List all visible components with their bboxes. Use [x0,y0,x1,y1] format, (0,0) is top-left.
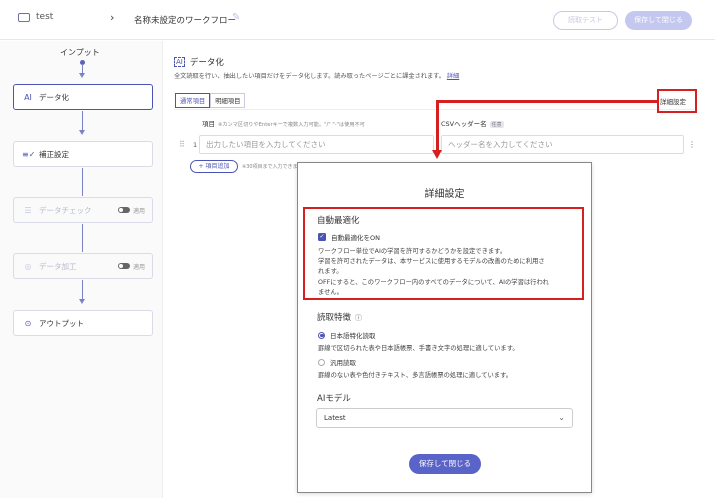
output-icon: ⊙ [24,318,32,328]
csv-column-header: CSVヘッダー名 任意 [441,118,504,128]
checkbox-label: 自動最適化をON [331,234,380,242]
divider [174,109,694,110]
ai-model-title: AIモデル [317,394,351,404]
csv-header-text: CSVヘッダー名 [441,120,487,128]
node-label: アウトプット [39,318,84,328]
node-data-processing[interactable]: ◎ データ加工 適用 [13,253,153,279]
auto-opt-desc-line: ワークフロー単位でAIの学習を許可するかどうかを設定できます。 [318,248,507,255]
processing-icon: ◎ [24,261,32,271]
detail-link[interactable]: 詳細 [447,73,459,80]
flow-arrow-icon [79,299,85,304]
radio-unselected-icon[interactable] [318,358,325,366]
radio-description: 罫線のない表や色付きテキスト、多言語帳票の処理に適しています。 [318,372,513,379]
node-data-extraction[interactable]: AI データ化 [13,84,153,110]
item-type-tabs: 通常項目 明細項目 [175,93,246,108]
flow-arrow-icon [79,73,85,78]
chevron-down-icon: ⌄ [558,413,565,422]
edit-icon[interactable]: ✎ [232,12,240,23]
radio-japanese-reading[interactable]: 日本語特化読取 [318,330,376,340]
node-correction[interactable]: ≡✓ 補正設定 [13,141,153,167]
node-data-check[interactable]: ☰ データチェック 適用 [13,197,153,223]
flow-connector [82,111,83,131]
toggle-label: 適用 [132,208,145,215]
radio-general-reading[interactable]: 汎用読取 [318,357,356,367]
save-close-button[interactable]: 保存して閉じる [625,11,692,30]
auto-opt-desc-line: 学習を許可されたデータは、本サービスに使用するモデルの改善のために利用さ [318,258,545,265]
annotation-arrow [436,100,439,152]
folder-icon [18,12,30,22]
node-label: データチェック [39,205,92,215]
apply-toggle[interactable] [118,263,130,269]
checkmark-icon[interactable]: ✓ [318,233,326,241]
flow-connector [82,168,83,196]
reading-feature-text: 読取特徴 [317,313,352,323]
auto-opt-desc-line: れます。 [318,268,343,275]
node-label: 補正設定 [39,149,69,159]
add-item-note: ※30項目まで入力できます [242,164,303,170]
toggle-label: 適用 [132,264,145,271]
folder-name: test [36,12,54,22]
row-number: 1 [193,141,198,149]
radio-label: 日本語特化読取 [330,332,376,340]
drag-handle-icon[interactable]: ⠿ [179,140,185,149]
checklist-icon: ☰ [24,205,32,215]
optional-badge: 任意 [489,121,504,128]
section-title-text: データ化 [189,58,224,68]
node-output[interactable]: ⊙ アウトプット [13,310,153,336]
folder-breadcrumb[interactable]: test [18,12,53,22]
item-header-text: 項目 [202,120,215,128]
node-label: データ加工 [39,261,77,271]
csv-header-input[interactable]: ヘッダー名を入力してください [441,135,684,154]
auto-optimization-title: 自動最適化 [317,216,360,226]
ai-icon: AI [174,57,185,67]
annotation-box [657,89,697,113]
tab-normal-items[interactable]: 通常項目 [175,93,211,108]
section-description-text: 全文読取を行い、抽出したい項目だけをデータ化します。読み取ったページごとに課金さ… [174,73,445,80]
radio-label: 汎用読取 [330,359,356,367]
reading-feature-title: 読取特徴 ⓘ [317,311,362,323]
top-bar: test › 名称未設定のワークフロー ✎ 読取テスト 保存して閉じる [0,0,715,40]
correction-icon: ≡✓ [22,149,36,159]
tab-detail-items[interactable]: 明細項目 [210,93,246,108]
flow-connector [82,280,83,300]
item-header-note: ※カンマ区切りやEnterキーで複数入力可能。"/" "-"は使用不可 [218,122,365,128]
flow-connector [82,224,83,252]
auto-opt-desc-line: ません。 [318,289,343,296]
ai-model-value: Latest [324,414,346,422]
annotation-arrow [436,100,658,103]
input-label: インプット [60,48,100,57]
auto-optimization-checkbox[interactable]: ✓ 自動最適化をON [318,232,380,242]
ai-model-select[interactable]: Latest ⌄ [316,408,573,428]
chevron-right-icon: › [110,11,115,24]
arrow-down-icon [432,150,442,159]
section-title: AI データ化 [174,56,224,68]
workflow-title: 名称未設定のワークフロー [134,16,237,26]
auto-opt-desc-line: OFFにすると、このワークフロー内のすべてのデータについて、AIの学習は行われ [318,279,549,286]
node-label: データ化 [39,92,69,102]
ai-icon: AI [24,92,32,102]
read-test-button[interactable]: 読取テスト [553,11,618,30]
add-item-button[interactable]: + 項目追加 [190,160,238,173]
more-vertical-icon[interactable]: ⋮ [688,140,696,149]
radio-selected-icon[interactable] [318,331,325,339]
item-input[interactable]: 出力したい項目を入力してください [199,135,434,154]
modal-save-close-button[interactable]: 保存して閉じる [409,454,481,474]
flow-arrow-icon [79,130,85,135]
section-description: 全文読取を行い、抽出したい項目だけをデータ化します。読み取ったページごとに課金さ… [174,71,459,80]
help-icon[interactable]: ⓘ [355,314,362,322]
radio-description: 罫線で区切られた表や日本語帳票、手書き文字の処理に適しています。 [318,345,519,352]
apply-toggle[interactable] [118,207,130,213]
item-column-header: 項目 ※カンマ区切りやEnterキーで複数入力可能。"/" "-"は使用不可 [202,118,365,128]
modal-title: 詳細設定 [424,189,465,200]
